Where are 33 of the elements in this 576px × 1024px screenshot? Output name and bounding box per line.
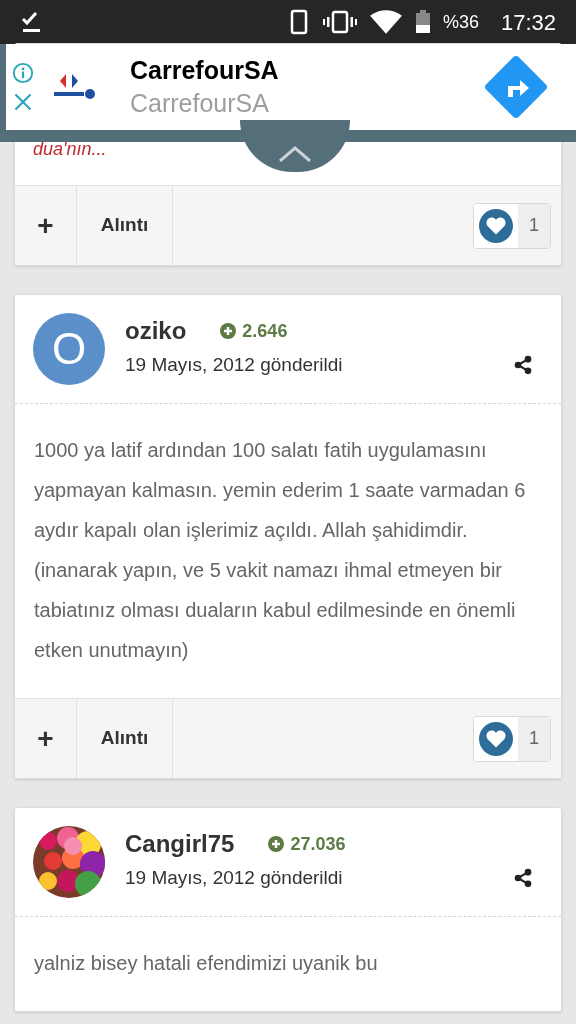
- reputation-count: 27.036: [290, 832, 346, 856]
- share-icon[interactable]: [513, 868, 533, 889]
- like-button[interactable]: 1: [473, 715, 551, 762]
- plus-circle-icon: [220, 323, 237, 339]
- info-icon[interactable]: [12, 62, 34, 84]
- plus-button[interactable]: +: [15, 186, 77, 265]
- phone-icon: [288, 9, 309, 35]
- battery-icon: [414, 9, 431, 35]
- reputation-count: 2.646: [242, 319, 288, 343]
- plus-circle-icon: [268, 836, 285, 852]
- wifi-icon: [368, 9, 403, 35]
- author-name[interactable]: Cangirl75: [125, 826, 235, 862]
- avatar: O: [33, 313, 105, 385]
- vibrate-icon: [322, 9, 357, 35]
- close-icon[interactable]: [13, 92, 33, 112]
- quote-button[interactable]: Alıntı: [77, 699, 173, 778]
- like-button[interactable]: 1: [473, 202, 551, 249]
- ad-banner[interactable]: CarrefourSA CarrefourSA: [0, 44, 576, 142]
- chevron-up-icon: [278, 146, 312, 162]
- post-body: yalniz bisey hatali efendimizi uyanik bu: [33, 951, 379, 976]
- ad-title: CarrefourSA: [130, 55, 280, 86]
- quote-button[interactable]: Alıntı: [77, 186, 173, 265]
- post-date: 19 Mayıs, 2012 gönderildi: [125, 866, 343, 890]
- post-excerpt: dua'nın...: [33, 139, 107, 159]
- clock: 17:32: [500, 8, 556, 37]
- ad-subtitle: CarrefourSA: [130, 88, 270, 119]
- post-date: 19 Mayıs, 2012 gönderildi: [125, 353, 343, 377]
- battery-percent: %36: [442, 10, 479, 34]
- author-name[interactable]: oziko: [125, 313, 187, 349]
- logo-icon: [52, 72, 98, 102]
- post-body: 1000 ya latif ardından 100 salatı fatih uygulamasını yapmayan kalmasın. yemin ederim 1 saate varmadan 6 aydır kapalı olan işlerimiz açıldı. Allah şahidimdir. (inanarak yapın, ve 5 vakit namazı ihmal etmeyen bir tabiatınız olması duaların kabul edilmesinde en önemli etken unutmayın): [33, 438, 527, 663]
- plus-button[interactable]: +: [15, 699, 77, 778]
- share-icon[interactable]: [513, 355, 533, 376]
